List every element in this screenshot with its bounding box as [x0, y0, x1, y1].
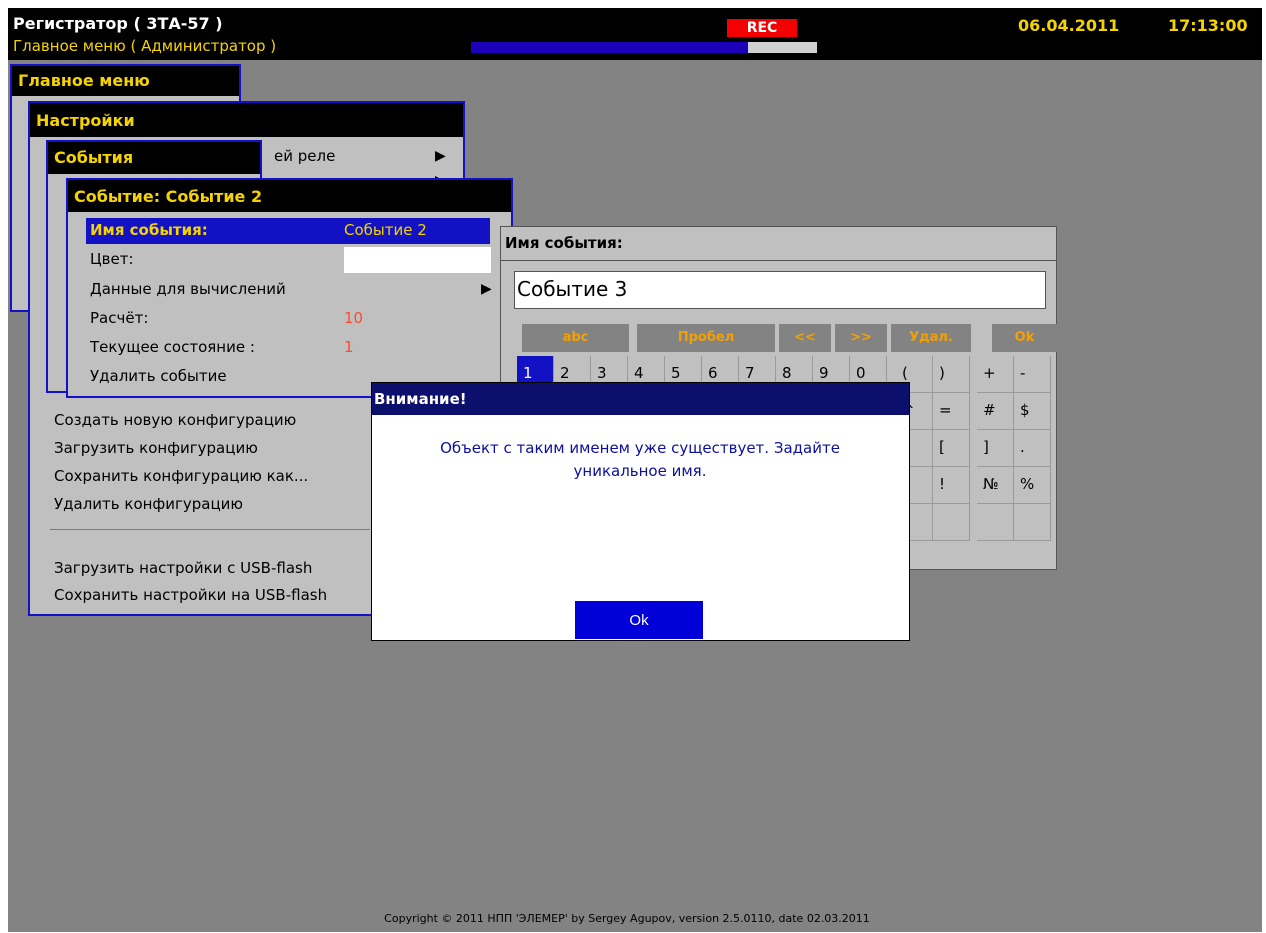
cursor-left-button[interactable]: << [779, 324, 831, 352]
dialog-message-line: Объект с таким именем уже существует. За… [440, 439, 840, 457]
event-name-row[interactable]: Имя события: Событие 2 [86, 218, 490, 244]
key[interactable]: ! [933, 467, 970, 504]
key[interactable]: = [933, 393, 970, 430]
delete-button[interactable]: Удал. [891, 324, 971, 352]
dialog-title: Внимание! [372, 383, 909, 415]
main-menu-title: Главное меню [12, 66, 239, 96]
keyboard-ok-button[interactable]: Ok [992, 324, 1057, 352]
event-window: Событие: Событие 2 Имя события: Событие … [66, 178, 513, 398]
menu-item-load-config[interactable]: Загрузить конфигурацию [54, 439, 258, 457]
submenu-arrow-icon: ▶ [435, 148, 446, 164]
settings-title: Настройки [30, 103, 463, 137]
alert-dialog: Внимание! Объект с таким именем уже суще… [371, 382, 910, 641]
event-name-value: Событие 2 [344, 221, 427, 239]
key[interactable] [933, 504, 970, 541]
delete-event-item[interactable]: Удалить событие [90, 367, 227, 385]
key[interactable]: + [977, 356, 1014, 393]
submenu-arrow-icon: ▶ [481, 281, 492, 297]
key[interactable]: % [1014, 467, 1051, 504]
calc-data-item[interactable]: Данные для вычислений [90, 280, 286, 298]
screen: Регистратор ( 3ТА-57 ) Главное меню ( Ад… [8, 8, 1262, 932]
key[interactable]: ] [977, 430, 1014, 467]
key[interactable]: № [977, 467, 1014, 504]
menu-item-save-usb[interactable]: Сохранить настройки на USB-flash [54, 586, 327, 604]
menu-path: Главное меню ( Администратор ) [13, 37, 277, 55]
key[interactable]: $ [1014, 393, 1051, 430]
top-bar: Регистратор ( 3ТА-57 ) Главное меню ( Ад… [8, 8, 1262, 60]
state-value: 1 [344, 338, 354, 356]
name-input[interactable]: Событие 3 [514, 271, 1046, 309]
calc-value: 10 [344, 309, 364, 327]
key[interactable]: # [977, 393, 1014, 430]
key[interactable] [1014, 504, 1051, 541]
event-name-label: Имя события: [90, 221, 208, 239]
menu-item-delete-config[interactable]: Удалить конфигурацию [54, 495, 243, 513]
menu-item-save-config-as[interactable]: Сохранить конфигурацию как... [54, 467, 308, 485]
events-title: События [48, 142, 260, 174]
color-label: Цвет: [90, 250, 134, 268]
state-label: Текущее состояние : [90, 338, 255, 356]
menu-item-load-usb[interactable]: Загрузить настройки с USB-flash [54, 559, 312, 577]
space-button[interactable]: Пробел [637, 324, 775, 352]
abc-button[interactable]: abc [522, 324, 629, 352]
color-swatch[interactable] [344, 247, 491, 273]
dialog-ok-button[interactable]: Ok [575, 601, 703, 639]
copyright-text: Copyright © 2011 НПП 'ЭЛЕМЕР' by Sergey … [384, 912, 870, 925]
menu-item-create-config[interactable]: Создать новую конфигурацию [54, 411, 296, 429]
cursor-right-button[interactable]: >> [835, 324, 887, 352]
menu-separator [50, 529, 370, 530]
dialog-message: Объект с таким именем уже существует. За… [392, 437, 888, 483]
device-title: Регистратор ( 3ТА-57 ) [13, 14, 223, 33]
time-display: 17:13:00 [1168, 16, 1248, 35]
event-title: Событие: Событие 2 [68, 180, 511, 212]
date-display: 06.04.2011 [1018, 16, 1120, 35]
progress-bar [471, 42, 817, 53]
relay-menu-item[interactable]: ей реле [274, 147, 335, 165]
key[interactable]: [ [933, 430, 970, 467]
rec-indicator: REC [727, 19, 797, 37]
calc-label: Расчёт: [90, 309, 149, 327]
key[interactable] [977, 504, 1014, 541]
progress-fill [471, 42, 748, 53]
key[interactable]: . [1014, 430, 1051, 467]
keyboard-title: Имя события: [501, 227, 1056, 261]
dialog-message-line: уникальное имя. [573, 462, 707, 480]
key[interactable]: - [1014, 356, 1051, 393]
key[interactable]: ) [933, 356, 970, 393]
